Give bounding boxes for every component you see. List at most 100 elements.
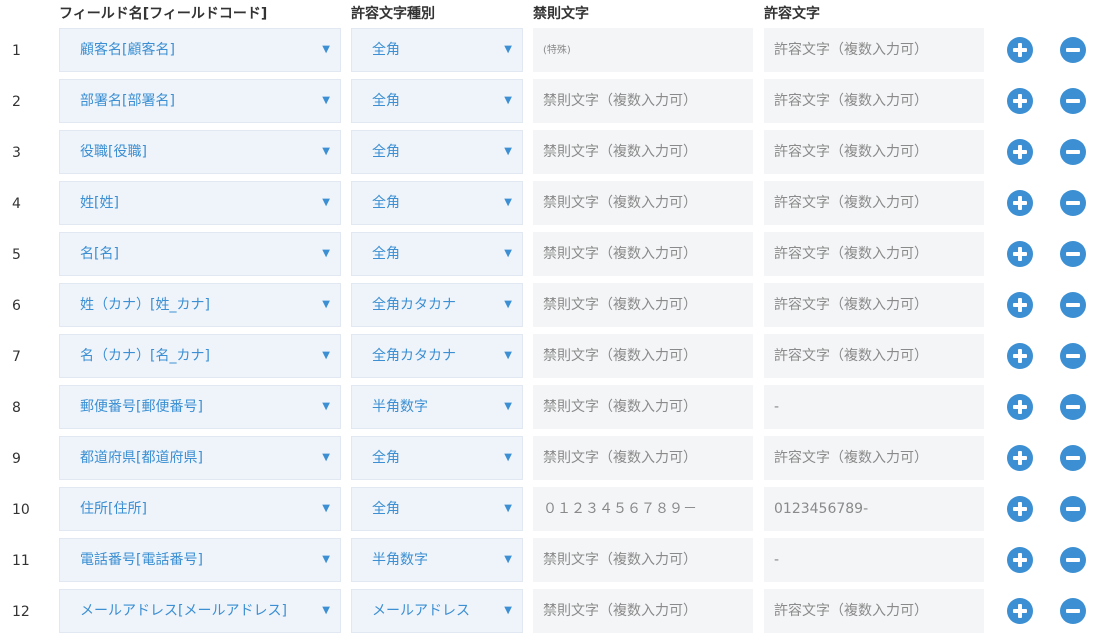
char-type-select[interactable]: 全角 ▼ (351, 130, 523, 174)
row-number: 12 (12, 604, 30, 620)
table-row: 8 郵便番号[郵便番号] ▼ 半角数字 ▼ (0, 384, 1093, 432)
add-row-button[interactable] (1007, 598, 1033, 624)
char-type-select[interactable]: 半角数字 ▼ (351, 538, 523, 582)
forbidden-chars-input[interactable] (533, 181, 753, 225)
forbidden-chars-input[interactable] (533, 283, 753, 327)
char-type-select[interactable]: 全角 ▼ (351, 436, 523, 480)
remove-row-button[interactable] (1060, 598, 1086, 624)
char-type-select[interactable]: 全角カタカナ ▼ (351, 283, 523, 327)
chevron-down-icon: ▼ (322, 299, 330, 310)
forbidden-chars-input[interactable] (533, 385, 753, 429)
chevron-down-icon: ▼ (322, 554, 330, 565)
field-select[interactable]: 郵便番号[郵便番号] ▼ (59, 385, 341, 429)
chevron-down-icon: ▼ (504, 452, 512, 463)
add-row-button[interactable] (1007, 292, 1033, 318)
field-select[interactable]: 名（カナ）[名_カナ] ▼ (59, 334, 341, 378)
forbidden-chars-input[interactable] (533, 589, 753, 633)
field-select[interactable]: 名[名] ▼ (59, 232, 341, 276)
add-row-button[interactable] (1007, 241, 1033, 267)
allowed-chars-input[interactable] (764, 538, 984, 582)
allowed-chars-input[interactable] (764, 28, 984, 72)
chevron-down-icon: ▼ (322, 503, 330, 514)
row-number: 8 (12, 400, 21, 416)
allowed-chars-input[interactable] (764, 436, 984, 480)
char-type-select[interactable]: 全角 ▼ (351, 28, 523, 72)
allowed-chars-input[interactable] (764, 334, 984, 378)
remove-row-button[interactable] (1060, 445, 1086, 471)
field-select-value: 名[名] (80, 246, 119, 262)
field-select[interactable]: 姓（カナ）[姓_カナ] ▼ (59, 283, 341, 327)
add-row-button[interactable] (1007, 88, 1033, 114)
allowed-chars-input[interactable] (764, 589, 984, 633)
field-select-value: メールアドレス[メールアドレス] (80, 603, 287, 619)
allowed-chars-input[interactable] (764, 232, 984, 276)
char-type-select[interactable]: 全角 ▼ (351, 487, 523, 531)
chevron-down-icon: ▼ (322, 248, 330, 259)
row-number: 5 (12, 247, 21, 263)
forbidden-chars-input[interactable] (533, 334, 753, 378)
remove-row-button[interactable] (1060, 343, 1086, 369)
field-select-value: 部署名[部署名] (80, 93, 175, 109)
field-select[interactable]: 都道府県[都道府県] ▼ (59, 436, 341, 480)
forbidden-chars-input[interactable] (533, 130, 753, 174)
field-select-value: 名（カナ）[名_カナ] (80, 348, 210, 364)
forbidden-chars-input[interactable] (533, 232, 753, 276)
forbidden-chars-input[interactable] (533, 538, 753, 582)
remove-row-button[interactable] (1060, 496, 1086, 522)
remove-row-button[interactable] (1060, 241, 1086, 267)
allowed-chars-input[interactable] (764, 130, 984, 174)
chevron-down-icon: ▼ (504, 197, 512, 208)
char-type-select-value: メールアドレス (372, 603, 470, 619)
forbidden-chars-input[interactable] (533, 79, 753, 123)
header-allowed: 許容文字 (764, 6, 820, 22)
add-row-button[interactable] (1007, 139, 1033, 165)
allowed-chars-input[interactable] (764, 283, 984, 327)
field-select[interactable]: 顧客名[顧客名] ▼ (59, 28, 341, 72)
field-select[interactable]: 姓[姓] ▼ (59, 181, 341, 225)
field-select[interactable]: 住所[住所] ▼ (59, 487, 341, 531)
chevron-down-icon: ▼ (504, 503, 512, 514)
add-row-button[interactable] (1007, 37, 1033, 63)
forbidden-chars-input[interactable] (533, 436, 753, 480)
field-select[interactable]: 役職[役職] ▼ (59, 130, 341, 174)
allowed-chars-input[interactable] (764, 79, 984, 123)
remove-row-button[interactable] (1060, 394, 1086, 420)
chevron-down-icon: ▼ (504, 299, 512, 310)
char-type-select[interactable]: 全角 ▼ (351, 181, 523, 225)
field-select-value: 役職[役職] (80, 144, 147, 160)
char-type-select[interactable]: 全角 ▼ (351, 232, 523, 276)
add-row-button[interactable] (1007, 394, 1033, 420)
char-type-select[interactable]: 全角 ▼ (351, 79, 523, 123)
forbidden-chars-input[interactable] (533, 28, 753, 72)
char-type-select[interactable]: 全角カタカナ ▼ (351, 334, 523, 378)
field-select[interactable]: 部署名[部署名] ▼ (59, 79, 341, 123)
row-number: 6 (12, 298, 21, 314)
allowed-chars-input[interactable] (764, 487, 984, 531)
field-select[interactable]: 電話番号[電話番号] ▼ (59, 538, 341, 582)
add-row-button[interactable] (1007, 496, 1033, 522)
forbidden-chars-input[interactable] (533, 487, 753, 531)
char-type-select[interactable]: 半角数字 ▼ (351, 385, 523, 429)
remove-row-button[interactable] (1060, 139, 1086, 165)
add-row-button[interactable] (1007, 343, 1033, 369)
remove-row-button[interactable] (1060, 88, 1086, 114)
table-row: 11 電話番号[電話番号] ▼ 半角数字 ▼ (0, 537, 1093, 585)
field-select-value: 電話番号[電話番号] (80, 552, 203, 568)
remove-row-button[interactable] (1060, 547, 1086, 573)
add-row-button[interactable] (1007, 190, 1033, 216)
allowed-chars-input[interactable] (764, 385, 984, 429)
field-select[interactable]: メールアドレス[メールアドレス] ▼ (59, 589, 341, 633)
add-row-button[interactable] (1007, 445, 1033, 471)
allowed-chars-input[interactable] (764, 181, 984, 225)
remove-row-button[interactable] (1060, 292, 1086, 318)
chevron-down-icon: ▼ (322, 44, 330, 55)
chevron-down-icon: ▼ (322, 146, 330, 157)
char-type-select-value: 全角 (372, 93, 400, 109)
table-row: 5 名[名] ▼ 全角 ▼ (0, 231, 1093, 279)
row-number: 9 (12, 451, 21, 467)
char-type-select[interactable]: メールアドレス ▼ (351, 589, 523, 633)
remove-row-button[interactable] (1060, 190, 1086, 216)
add-row-button[interactable] (1007, 547, 1033, 573)
field-select-value: 住所[住所] (80, 501, 147, 517)
remove-row-button[interactable] (1060, 37, 1086, 63)
